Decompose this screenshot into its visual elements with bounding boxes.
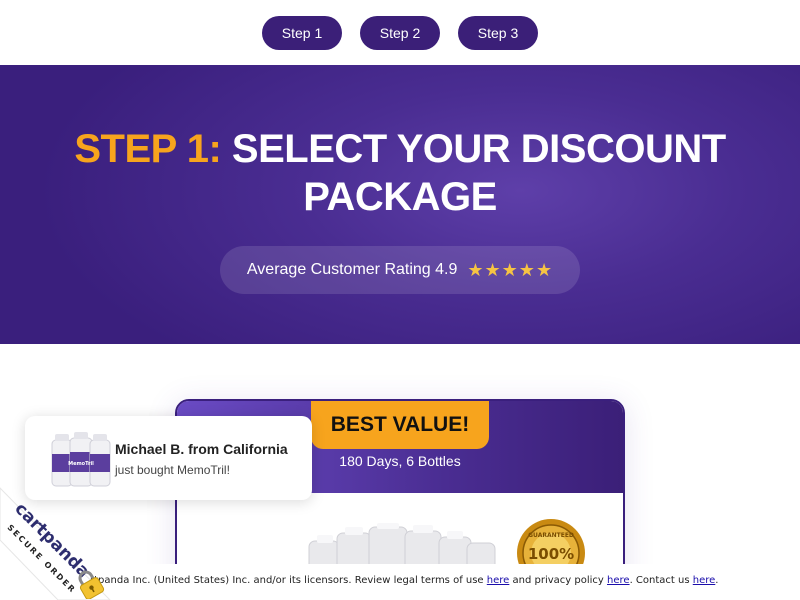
title-line-1: SELECT YOUR DISCOUNT — [231, 127, 726, 171]
legal-text-part-4: . — [715, 575, 719, 586]
star-icon: ★★★★★ — [467, 259, 554, 280]
legal-text-part-2: and privacy policy — [512, 575, 604, 586]
legal-footer: rtpanda Inc. (United States) Inc. and/or… — [0, 564, 800, 600]
step-navigation: Step 1 Step 2 Step 3 — [0, 0, 800, 65]
seal-top-text: GUARANTEED — [528, 532, 574, 539]
hero-banner: STEP 1: SELECT YOUR DISCOUNT PACKAGE Ave… — [0, 65, 800, 344]
legal-text-part-1: rtpanda Inc. (United States) Inc. and/or… — [90, 575, 484, 586]
page-title: STEP 1: SELECT YOUR DISCOUNT PACKAGE — [0, 125, 800, 221]
thumbnail-label: MemoTril — [68, 461, 94, 467]
seal-center-text: 100% — [528, 545, 574, 563]
recent-purchase-notification[interactable]: MemoTril Michael B. from California just… — [25, 416, 312, 500]
terms-link[interactable]: here — [487, 575, 510, 586]
contact-link[interactable]: here — [693, 575, 716, 586]
buyer-name: Michael B. from California — [115, 441, 288, 457]
step-2-button[interactable]: Step 2 — [360, 15, 440, 50]
privacy-link[interactable]: here — [607, 575, 630, 586]
legal-text-part-3: . Contact us — [629, 575, 690, 586]
rating-badge: Average Customer Rating 4.9 ★★★★★ — [220, 246, 580, 294]
legal-text: rtpanda Inc. (United States) Inc. and/or… — [90, 575, 718, 586]
page: Step 1 Step 2 Step 3 STEP 1: SELECT YOUR… — [0, 0, 800, 600]
lock-icon — [78, 570, 105, 599]
purchase-message: just bought MemoTril! — [115, 463, 230, 477]
title-line-2: PACKAGE — [303, 175, 497, 219]
rating-label: Average Customer Rating 4.9 — [246, 261, 458, 278]
step-3-button[interactable]: Step 3 — [458, 15, 538, 50]
best-value-badge: BEST VALUE! — [311, 401, 489, 449]
step-1-button[interactable]: Step 1 — [262, 15, 342, 50]
title-step-accent: STEP 1: — [74, 127, 222, 171]
product-thumbnail: MemoTril — [51, 432, 111, 487]
